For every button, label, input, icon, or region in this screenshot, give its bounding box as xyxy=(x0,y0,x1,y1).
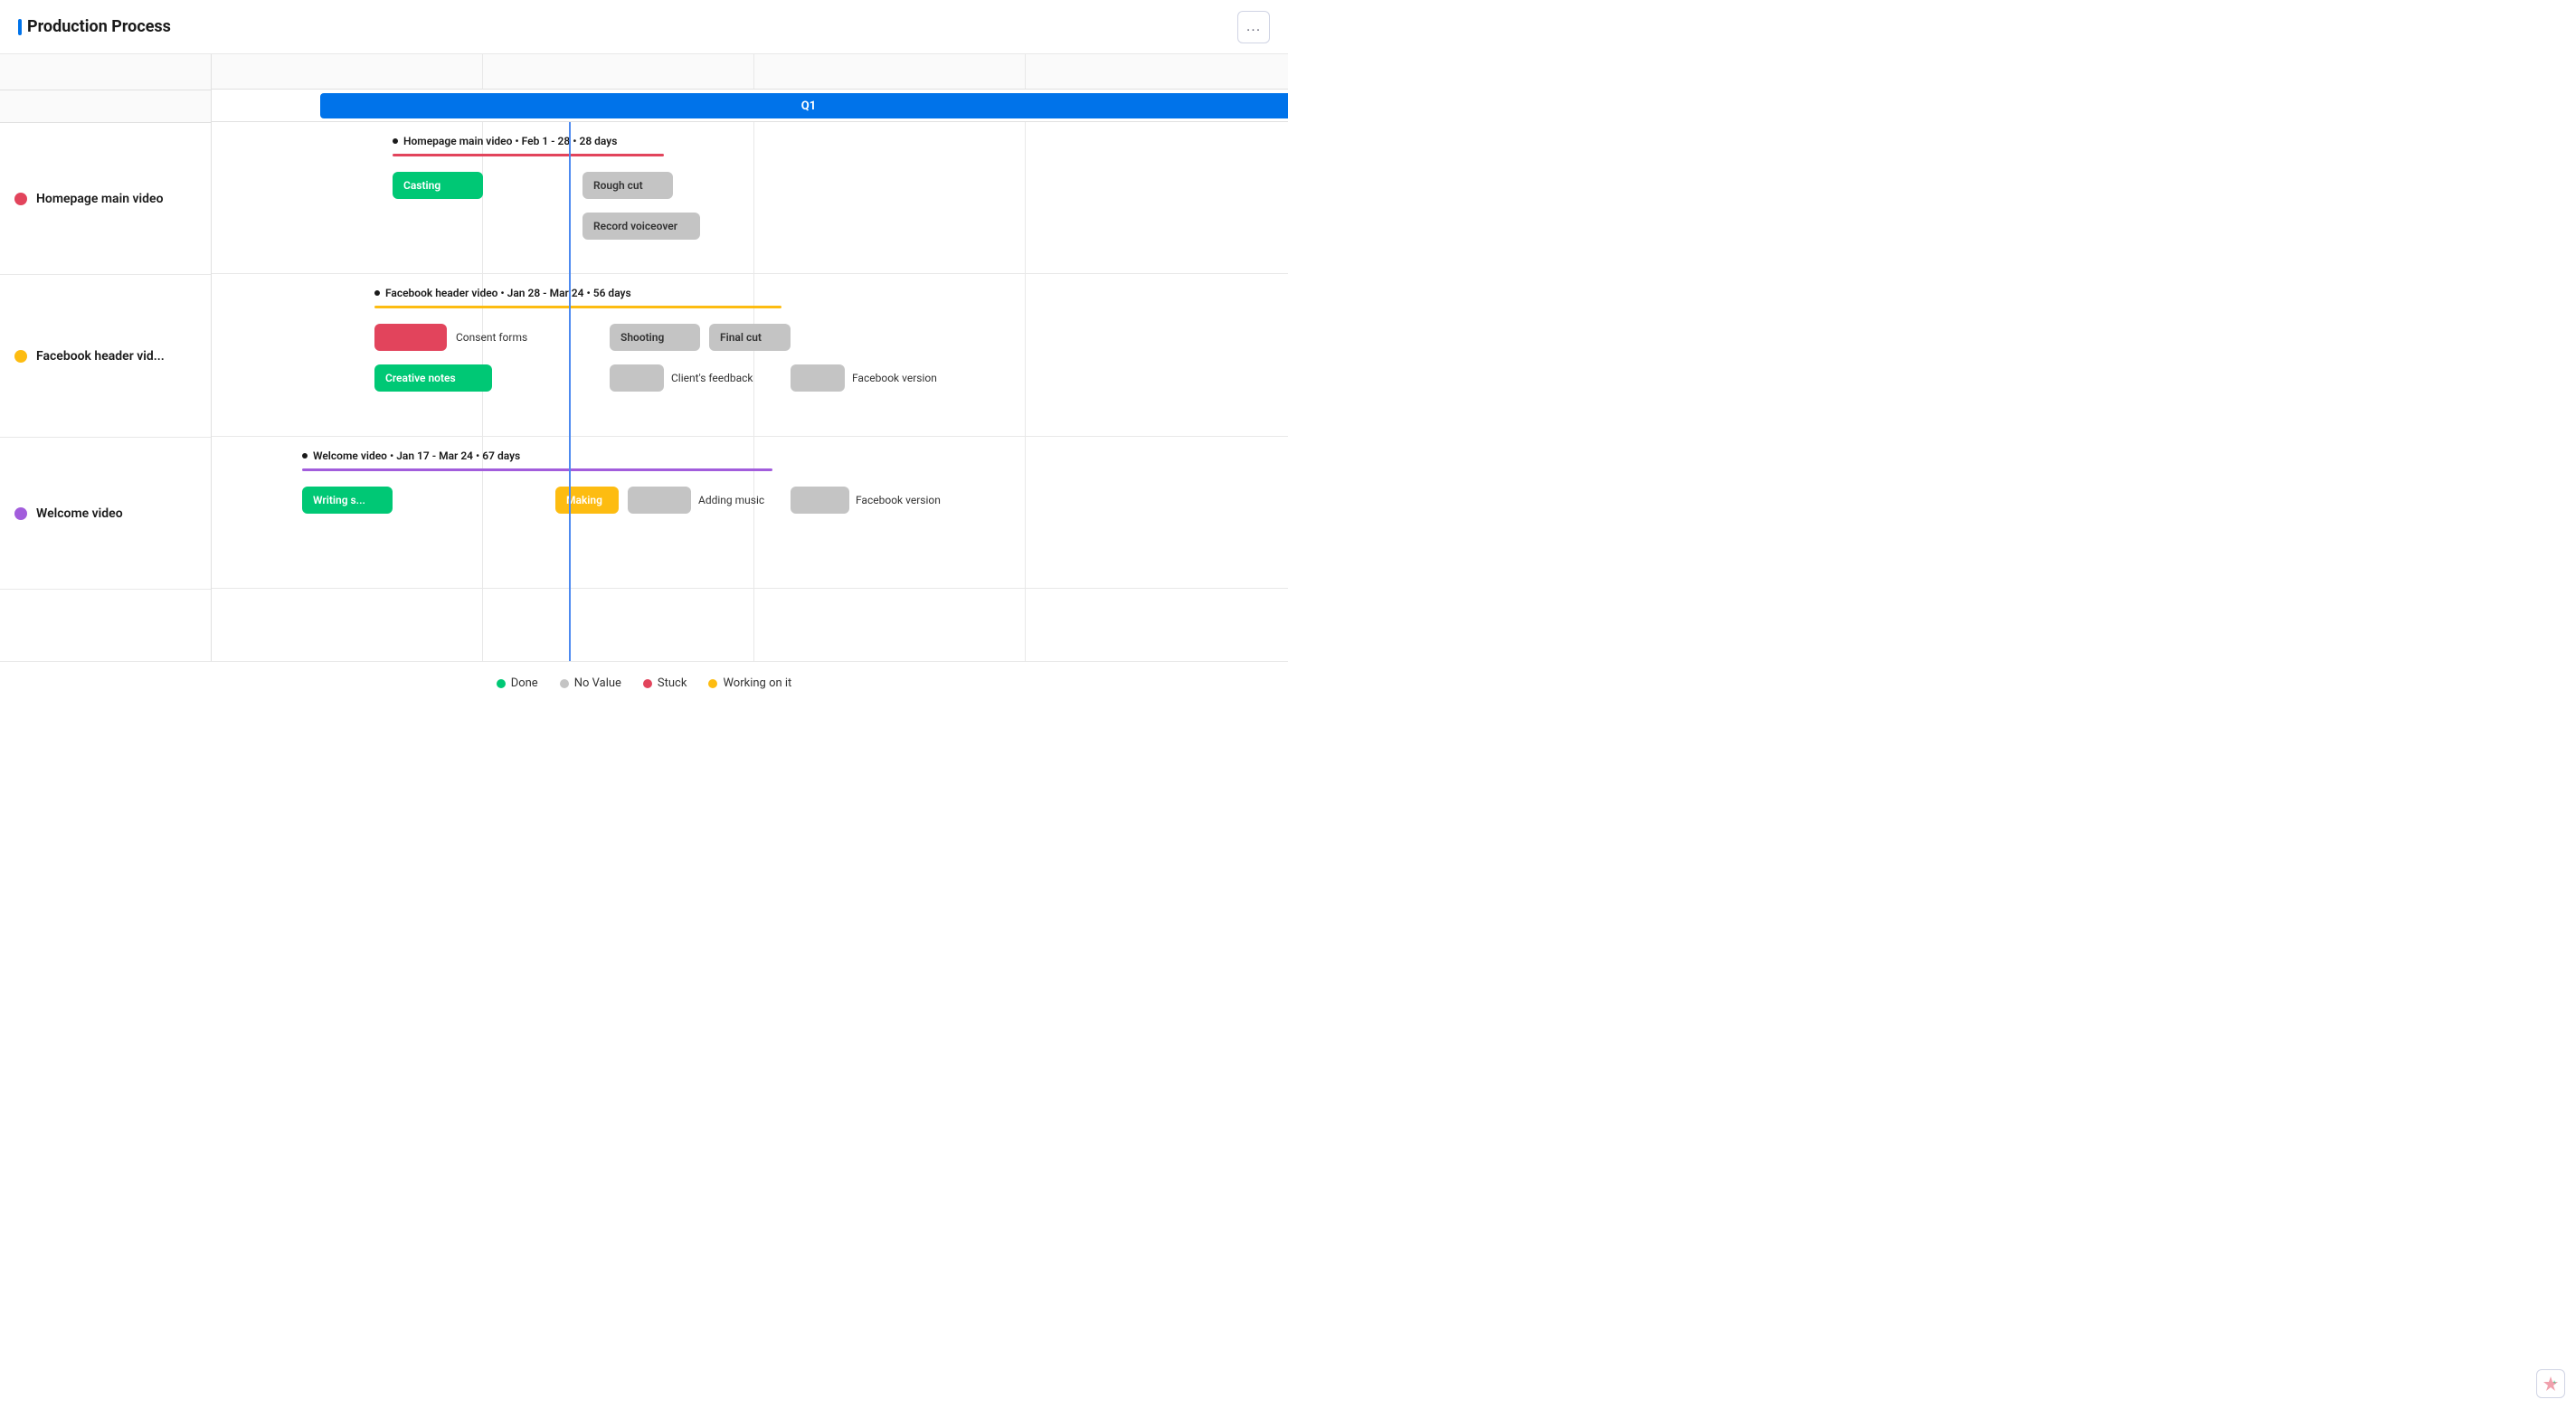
task-pill-fb-version[interactable] xyxy=(791,364,845,392)
legend-stuck-label: Stuck xyxy=(658,676,687,690)
welcome-timeline-label: Welcome video • Jan 17 - Mar 24 • 67 day… xyxy=(302,449,520,462)
task-pill-creative-notes[interactable]: Creative notes xyxy=(374,364,492,392)
task-pill-shooting[interactable]: Shooting xyxy=(610,324,700,351)
legend-stuck: Stuck xyxy=(643,676,687,690)
legend-done: Done xyxy=(497,676,538,690)
col-line-b-1 xyxy=(212,589,483,661)
welcome-timeline-text: Welcome video • Jan 17 - Mar 24 • 67 day… xyxy=(313,449,520,462)
homepage-timeline-dot xyxy=(393,138,398,144)
col-feb xyxy=(483,54,754,89)
sidebar-item-homepage[interactable]: Homepage main video xyxy=(0,123,211,275)
gantt-row-bottom xyxy=(212,589,1288,661)
gantt-row-homepage: Homepage main video • Feb 1 - 28 • 28 da… xyxy=(212,122,1288,274)
page-wrapper: Production Process ... Homepage main vid… xyxy=(0,0,1288,704)
task-pill-writing[interactable]: Writing s... xyxy=(302,487,393,514)
facebook-timeline-bar xyxy=(374,306,781,308)
legend-working: Working on it xyxy=(708,676,791,690)
col-mar xyxy=(754,54,1026,89)
gantt-top-header xyxy=(212,54,1288,90)
homepage-task-items: Homepage main video • Feb 1 - 28 • 28 da… xyxy=(212,122,1288,273)
main-content: Homepage main video Facebook header vid.… xyxy=(0,54,1288,661)
task-pill-adding-music[interactable] xyxy=(628,487,691,514)
gantt-inner: Q1 xyxy=(212,54,1288,661)
task-sidebar: Homepage main video Facebook header vid.… xyxy=(0,54,212,661)
task-pill-record-voiceover[interactable]: Record voiceover xyxy=(582,213,700,240)
footer-legend: Done No Value Stuck Working on it xyxy=(0,661,1288,704)
bottom-right-icon[interactable] xyxy=(2536,1369,2565,1398)
facebook-timeline-text: Facebook header video • Jan 28 - Mar 24 … xyxy=(385,287,631,299)
task-pill-welcome-fb[interactable] xyxy=(791,487,849,514)
sidebar-quarter-cell xyxy=(0,90,211,123)
adding-music-label: Adding music xyxy=(698,494,764,506)
quarter-row: Q1 xyxy=(212,90,1288,122)
facebook-timeline-label: Facebook header video • Jan 28 - Mar 24 … xyxy=(374,287,631,299)
task-pill-consent-forms[interactable] xyxy=(374,324,447,351)
header: Production Process ... xyxy=(0,0,1288,54)
gantt-row-facebook: Facebook header video • Jan 28 - Mar 24 … xyxy=(212,274,1288,437)
task-pill-rough-cut[interactable]: Rough cut xyxy=(582,172,673,199)
welcome-fb-label: Facebook version xyxy=(856,494,941,506)
legend-novalue-label: No Value xyxy=(574,676,621,690)
legend-dot-done xyxy=(497,679,506,688)
consent-forms-label: Consent forms xyxy=(456,331,527,344)
task-pill-casting[interactable]: Casting xyxy=(393,172,483,199)
today-line xyxy=(569,122,571,661)
sidebar-header-cell xyxy=(0,54,211,90)
facebook-task-items: Facebook header video • Jan 28 - Mar 24 … xyxy=(212,274,1288,436)
legend-dot-novalue xyxy=(560,679,569,688)
legend-done-label: Done xyxy=(511,676,538,690)
more-button[interactable]: ... xyxy=(1237,11,1270,43)
dot-homepage xyxy=(14,193,27,205)
sidebar-row-bottom xyxy=(0,590,211,661)
sidebar-item-welcome[interactable]: Welcome video xyxy=(0,438,211,590)
task-pill-clients-feedback[interactable] xyxy=(610,364,664,392)
col-line-b-3 xyxy=(754,589,1026,661)
task-pill-making[interactable]: Making xyxy=(555,487,619,514)
fb-version-label: Facebook version xyxy=(852,372,937,384)
welcome-timeline-bar xyxy=(302,468,772,471)
col-apr xyxy=(1026,54,1288,89)
legend-novalue: No Value xyxy=(560,676,621,690)
legend-dot-working xyxy=(708,679,717,688)
dot-facebook xyxy=(14,350,27,363)
clients-feedback-label: Client's feedback xyxy=(671,372,753,384)
facebook-timeline-dot xyxy=(374,290,380,296)
homepage-timeline-label: Homepage main video • Feb 1 - 28 • 28 da… xyxy=(393,135,617,147)
homepage-timeline-text: Homepage main video • Feb 1 - 28 • 28 da… xyxy=(403,135,617,147)
task-name-welcome: Welcome video xyxy=(36,506,123,521)
col-lines-bottom xyxy=(212,589,1288,661)
col-jan xyxy=(212,54,483,89)
task-pill-final-cut[interactable]: Final cut xyxy=(709,324,791,351)
col-line-b-4 xyxy=(1026,589,1288,661)
sidebar-item-facebook[interactable]: Facebook header vid... xyxy=(0,275,211,438)
page-title: Production Process xyxy=(18,17,171,36)
welcome-task-items: Welcome video • Jan 17 - Mar 24 • 67 day… xyxy=(212,437,1288,588)
task-name-facebook: Facebook header vid... xyxy=(36,349,165,364)
legend-dot-stuck xyxy=(643,679,652,688)
homepage-timeline-bar xyxy=(393,154,664,156)
gantt-area: Q1 xyxy=(212,54,1288,661)
col-line-b-2 xyxy=(483,589,754,661)
task-name-homepage: Homepage main video xyxy=(36,192,164,206)
gantt-row-welcome: Welcome video • Jan 17 - Mar 24 • 67 day… xyxy=(212,437,1288,589)
welcome-timeline-dot xyxy=(302,453,308,459)
dot-welcome xyxy=(14,507,27,520)
legend-working-label: Working on it xyxy=(723,676,791,690)
quarter-bar: Q1 xyxy=(320,93,1288,118)
gantt-rows: Homepage main video • Feb 1 - 28 • 28 da… xyxy=(212,122,1288,661)
